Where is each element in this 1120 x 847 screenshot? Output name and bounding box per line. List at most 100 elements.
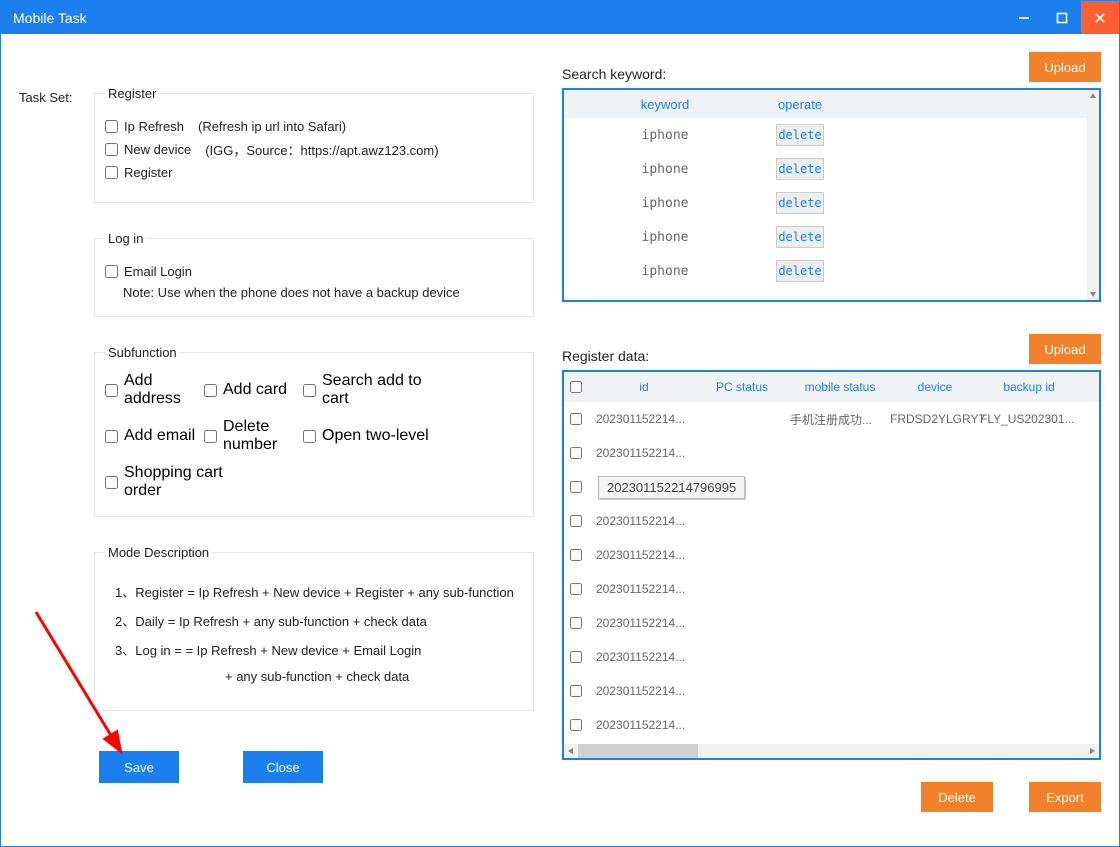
add-email-checkbox[interactable]: Add email xyxy=(105,418,200,454)
left-panel: Task Set: Register Ip Refresh (Refresh i… xyxy=(19,52,534,812)
register-row-checkbox[interactable] xyxy=(570,583,582,595)
register-upload-button[interactable]: Upload xyxy=(1029,334,1101,364)
login-group: Log in Email Login Note: Use when the ph… xyxy=(94,231,534,317)
new-device-checkbox[interactable]: New device xyxy=(105,142,191,157)
window-controls xyxy=(1005,1,1119,34)
subfunction-legend: Subfunction xyxy=(105,345,180,360)
keyword-cell: iphone xyxy=(564,230,766,245)
search-add-to-cart-label: Search add to cart xyxy=(322,372,433,408)
open-two-level-checkbox[interactable]: Open two-level xyxy=(303,418,433,454)
register-horizontal-scrollbar[interactable] xyxy=(564,744,1099,758)
keyword-cell: iphone xyxy=(564,264,766,279)
keyword-scrollbar[interactable] xyxy=(1087,90,1099,300)
close-window-button[interactable] xyxy=(1081,1,1119,34)
register-device-cell: FRDSD2YLGRY7 xyxy=(890,412,980,426)
register-select-all-checkbox[interactable] xyxy=(570,381,582,393)
register-id-cell: 202301152214... xyxy=(594,412,694,426)
register-col-device: device xyxy=(890,380,980,394)
register-checkbox[interactable]: Register xyxy=(105,165,172,180)
email-login-label: Email Login xyxy=(124,264,192,279)
login-legend: Log in xyxy=(105,231,146,246)
register-row[interactable]: 202301152214... xyxy=(564,572,1099,606)
ip-refresh-label: Ip Refresh xyxy=(124,119,184,134)
mode-line-3: 3、Log in = = Ip Refresh + New device + E… xyxy=(115,640,523,659)
mode-line-2: 2、Daily = Ip Refresh + any sub-function … xyxy=(115,611,523,630)
add-address-checkbox[interactable]: Add address xyxy=(105,372,200,408)
task-set-label: Task Set: xyxy=(19,86,94,105)
close-icon xyxy=(1094,12,1106,24)
keyword-delete-button[interactable]: delete xyxy=(776,124,824,146)
keyword-row: iphone delete xyxy=(564,118,1099,152)
register-group: Register Ip Refresh (Refresh ip url into… xyxy=(94,86,534,203)
register-id-cell: 202301152214... xyxy=(594,548,694,562)
register-id-cell: 202301152214... xyxy=(594,718,694,732)
ip-refresh-checkbox[interactable]: Ip Refresh xyxy=(105,119,184,134)
register-row-checkbox[interactable] xyxy=(570,481,582,493)
email-login-checkbox[interactable]: Email Login xyxy=(105,264,192,279)
keyword-upload-button[interactable]: Upload xyxy=(1029,52,1101,82)
mode-line-4: + any sub-function + check data xyxy=(225,669,523,684)
keyword-delete-button[interactable]: delete xyxy=(776,158,824,180)
chevron-right-icon xyxy=(1088,747,1096,755)
open-two-level-label: Open two-level xyxy=(322,427,429,445)
maximize-icon xyxy=(1056,12,1068,24)
register-mobile-cell: 手机注册成功... xyxy=(790,411,890,428)
add-address-label: Add address xyxy=(124,372,200,408)
register-row-checkbox[interactable] xyxy=(570,719,582,731)
register-data-table: id PC status mobile status device backup… xyxy=(562,370,1101,760)
close-button[interactable]: Close xyxy=(243,751,323,783)
minimize-button[interactable] xyxy=(1005,1,1043,34)
register-row[interactable]: 202301152214... xyxy=(564,674,1099,708)
keyword-delete-button[interactable]: delete xyxy=(776,192,824,214)
save-button[interactable]: Save xyxy=(99,751,179,783)
register-row[interactable]: 202301152214... xyxy=(564,538,1099,572)
register-row-checkbox[interactable] xyxy=(570,685,582,697)
delete-button[interactable]: Delete xyxy=(921,782,993,812)
content: Task Set: Register Ip Refresh (Refresh i… xyxy=(1,34,1119,846)
shopping-cart-order-checkbox[interactable]: Shopping cart order xyxy=(105,464,235,500)
chevron-down-icon xyxy=(1089,290,1097,298)
register-row-checkbox[interactable] xyxy=(570,447,582,459)
delete-number-checkbox[interactable]: Delete number xyxy=(204,418,299,454)
register-row[interactable]: 202301152214... xyxy=(564,504,1099,538)
register-id-cell: 202301152214... xyxy=(594,446,694,460)
register-row-checkbox[interactable] xyxy=(570,413,582,425)
register-id-cell: 202301152214... xyxy=(594,514,694,528)
add-email-label: Add email xyxy=(124,427,195,445)
add-card-checkbox[interactable]: Add card xyxy=(204,372,299,408)
keyword-row: iphonedelete xyxy=(564,152,1099,186)
register-row[interactable]: 202301152214... xyxy=(564,640,1099,674)
register-table-header: id PC status mobile status device backup… xyxy=(564,372,1099,402)
add-card-label: Add card xyxy=(223,381,287,399)
search-add-to-cart-checkbox[interactable]: Search add to cart xyxy=(303,372,433,408)
register-id-cell: 202301152214... xyxy=(594,582,694,596)
register-row[interactable]: 202301152214... xyxy=(564,708,1099,742)
keyword-row: iphone delete xyxy=(564,220,1099,254)
register-row-checkbox[interactable] xyxy=(570,651,582,663)
register-row-checkbox[interactable] xyxy=(570,617,582,629)
register-row[interactable]: 202301152214... xyxy=(564,436,1099,470)
maximize-button[interactable] xyxy=(1043,1,1081,34)
register-row-checkbox[interactable] xyxy=(570,549,582,561)
register-row[interactable]: 202301152214...手机注册成功...FRDSD2YLGRY7FLY_… xyxy=(564,402,1099,436)
chevron-up-icon xyxy=(1089,92,1097,100)
mode-description-group: Mode Description 1、Register = Ip Refresh… xyxy=(94,545,534,711)
register-row-checkbox[interactable] xyxy=(570,515,582,527)
register-data-section-title: Register data: xyxy=(562,348,649,364)
register-label: Register xyxy=(124,165,172,180)
register-legend: Register xyxy=(105,86,159,101)
register-row[interactable]: 202301152214796995 xyxy=(564,470,1099,504)
minimize-icon xyxy=(1018,12,1030,24)
keyword-delete-button[interactable]: delete xyxy=(776,260,824,282)
keyword-section-title: Search keyword: xyxy=(562,66,666,82)
register-col-pc-status: PC status xyxy=(694,380,790,394)
keyword-table: keyword operate iphone delete iphone delete… xyxy=(562,88,1101,302)
register-row[interactable]: 202301152214... xyxy=(564,606,1099,640)
keyword-table-header: keyword operate xyxy=(564,90,1099,118)
keyword-delete-button[interactable]: delete xyxy=(776,226,824,248)
export-button[interactable]: Export xyxy=(1029,782,1101,812)
keyword-col-operate: operate xyxy=(766,97,834,112)
new-device-hint: (IGG，Source：https://apt.awz123.com) xyxy=(205,140,438,159)
keyword-cell: iphone xyxy=(564,128,766,143)
register-id-cell-expanded: 202301152214796995 xyxy=(598,476,745,499)
